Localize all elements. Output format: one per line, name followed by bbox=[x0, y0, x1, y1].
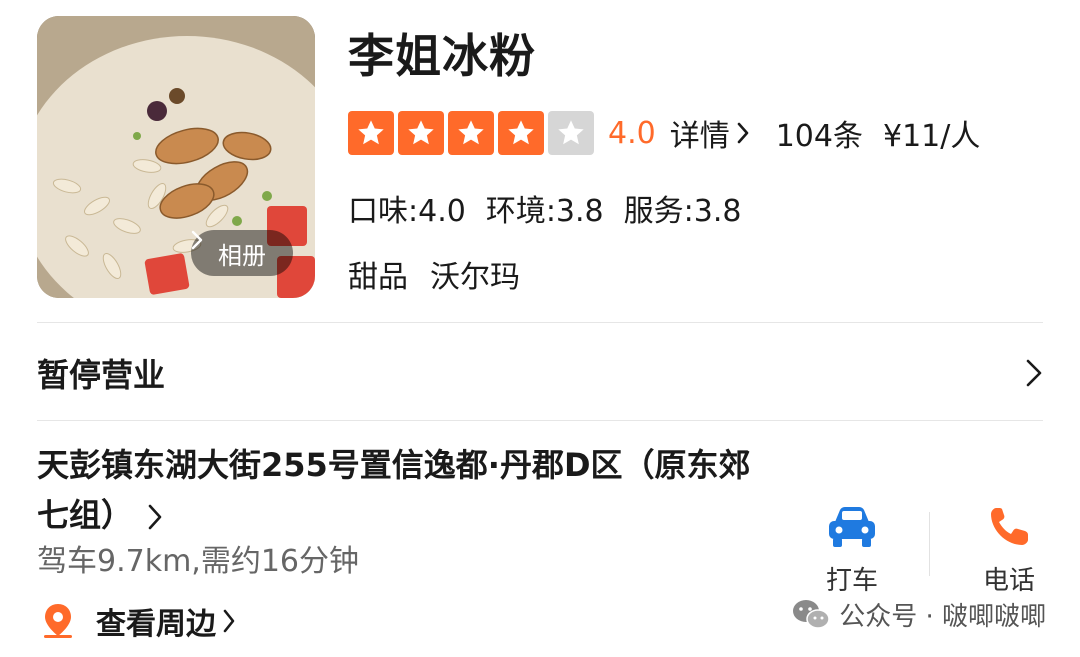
rating-score: 4.0 bbox=[608, 115, 656, 151]
album-button[interactable]: 相册 bbox=[191, 230, 293, 276]
star-rating bbox=[348, 111, 594, 155]
drive-info: 驾车9.7km,需约16分钟 bbox=[37, 544, 360, 579]
divider bbox=[37, 322, 1043, 323]
area-tag[interactable]: 沃尔玛 bbox=[430, 252, 520, 296]
watermark: 公众号 · 啵唧啵唧 bbox=[791, 596, 1046, 633]
star-icon bbox=[498, 111, 544, 155]
address-link[interactable]: 天彭镇东湖大街255号置信逸都·丹郡D区（原东郊七组） bbox=[37, 440, 777, 540]
star-icon bbox=[348, 111, 394, 155]
price-per-person: ¥11/人 bbox=[882, 119, 981, 154]
shop-name: 李姐冰粉 bbox=[348, 29, 536, 83]
chevron-right-icon bbox=[191, 230, 203, 250]
business-status-row[interactable]: 暂停营业 bbox=[37, 348, 1043, 398]
nearby-label: 查看周边 bbox=[96, 607, 216, 642]
environment-score: 环境:3.8 bbox=[485, 194, 604, 229]
album-label: 相册 bbox=[218, 241, 266, 270]
wechat-icon bbox=[793, 599, 830, 629]
taxi-button[interactable]: 打车 bbox=[802, 504, 902, 597]
call-label: 电话 bbox=[982, 566, 1035, 596]
detail-label: 详情 bbox=[669, 119, 730, 154]
location-pin-icon bbox=[44, 604, 72, 638]
phone-icon bbox=[991, 508, 1028, 545]
divider bbox=[37, 420, 1043, 421]
shop-tags: 甜品 沃尔玛 bbox=[348, 252, 520, 296]
shop-photo[interactable]: 相册 bbox=[37, 16, 315, 298]
service-score: 服务:3.8 bbox=[623, 194, 742, 229]
star-icon bbox=[398, 111, 444, 155]
review-count[interactable]: 104条 bbox=[776, 111, 863, 155]
watermark-text: 公众号 · 啵唧啵唧 bbox=[839, 602, 1046, 632]
star-icon bbox=[448, 111, 494, 155]
category-tag[interactable]: 甜品 bbox=[348, 252, 408, 296]
chevron-right-icon bbox=[148, 504, 162, 530]
car-icon bbox=[829, 507, 875, 547]
rating-row: 4.0 详情 104条 ¥11/人 bbox=[348, 110, 980, 156]
chevron-right-icon bbox=[1026, 359, 1042, 387]
chevron-right-icon bbox=[737, 122, 749, 144]
call-button[interactable]: 电话 bbox=[959, 504, 1059, 597]
nearby-link[interactable]: 查看周边 bbox=[40, 598, 236, 644]
address-text: 天彭镇东湖大街255号置信逸都·丹郡D区（原东郊七组） bbox=[37, 446, 751, 534]
business-status: 暂停营业 bbox=[37, 356, 166, 394]
chevron-right-icon bbox=[223, 609, 235, 633]
action-separator bbox=[929, 512, 930, 576]
star-icon bbox=[548, 111, 594, 155]
sub-scores: 口味:4.0 环境:3.8 服务:3.8 bbox=[348, 186, 741, 230]
taxi-label: 打车 bbox=[825, 566, 878, 596]
detail-link[interactable]: 详情 bbox=[670, 111, 750, 155]
taste-score: 口味:4.0 bbox=[348, 194, 466, 229]
nearby-button: 查看周边 bbox=[96, 599, 236, 643]
